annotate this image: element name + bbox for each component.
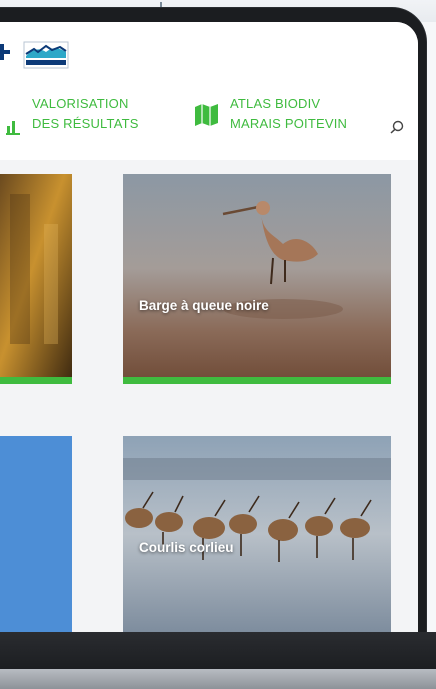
card-underline <box>0 377 72 384</box>
nav-item-atlas[interactable]: ATLAS BIODIV MARAIS POITEVIN <box>194 94 347 134</box>
site-header <box>0 22 418 82</box>
map-icon <box>195 104 218 126</box>
nav-label-line1: ATLAS BIODIV <box>230 96 321 111</box>
card-left-top[interactable] <box>0 174 72 384</box>
nav-item-atlas-label: ATLAS BIODIV MARAIS POITEVIN <box>230 94 347 134</box>
laptop-screen: VALORISATION DES RÉSULTATS ATLAS BIODIV … <box>0 22 418 632</box>
laptop-base <box>0 669 436 689</box>
card-image <box>0 174 72 384</box>
nav-item-valorisation[interactable]: VALORISATION DES RÉSULTATS <box>6 94 139 136</box>
nav-label-line1: VALORISATION <box>32 96 129 111</box>
card-caption: Barge à queue noire <box>139 298 269 313</box>
nav-label-line2: MARAIS POITEVIN <box>230 116 348 131</box>
card-underline <box>123 377 391 384</box>
search-icon[interactable] <box>389 119 405 135</box>
card-barge[interactable]: Barge à queue noire <box>123 174 391 384</box>
main-nav: VALORISATION DES RÉSULTATS ATLAS BIODIV … <box>0 82 418 181</box>
card-image <box>123 174 391 384</box>
device-photo: VALORISATION DES RÉSULTATS ATLAS BIODIV … <box>0 0 436 689</box>
card-left-bottom[interactable] <box>0 436 72 632</box>
site-logo[interactable] <box>0 38 70 70</box>
card-image <box>123 436 391 632</box>
nav-item-valorisation-label: VALORISATION DES RÉSULTATS <box>32 94 139 134</box>
card-courlis[interactable]: Courlis corlieu <box>123 436 391 632</box>
card-caption: Courlis corlieu <box>139 540 234 555</box>
gallery: Barge à queue noire Courlis corlieu <box>0 160 418 632</box>
bar-chart-icon <box>6 121 20 135</box>
nav-label-line2: DES RÉSULTATS <box>32 116 139 131</box>
